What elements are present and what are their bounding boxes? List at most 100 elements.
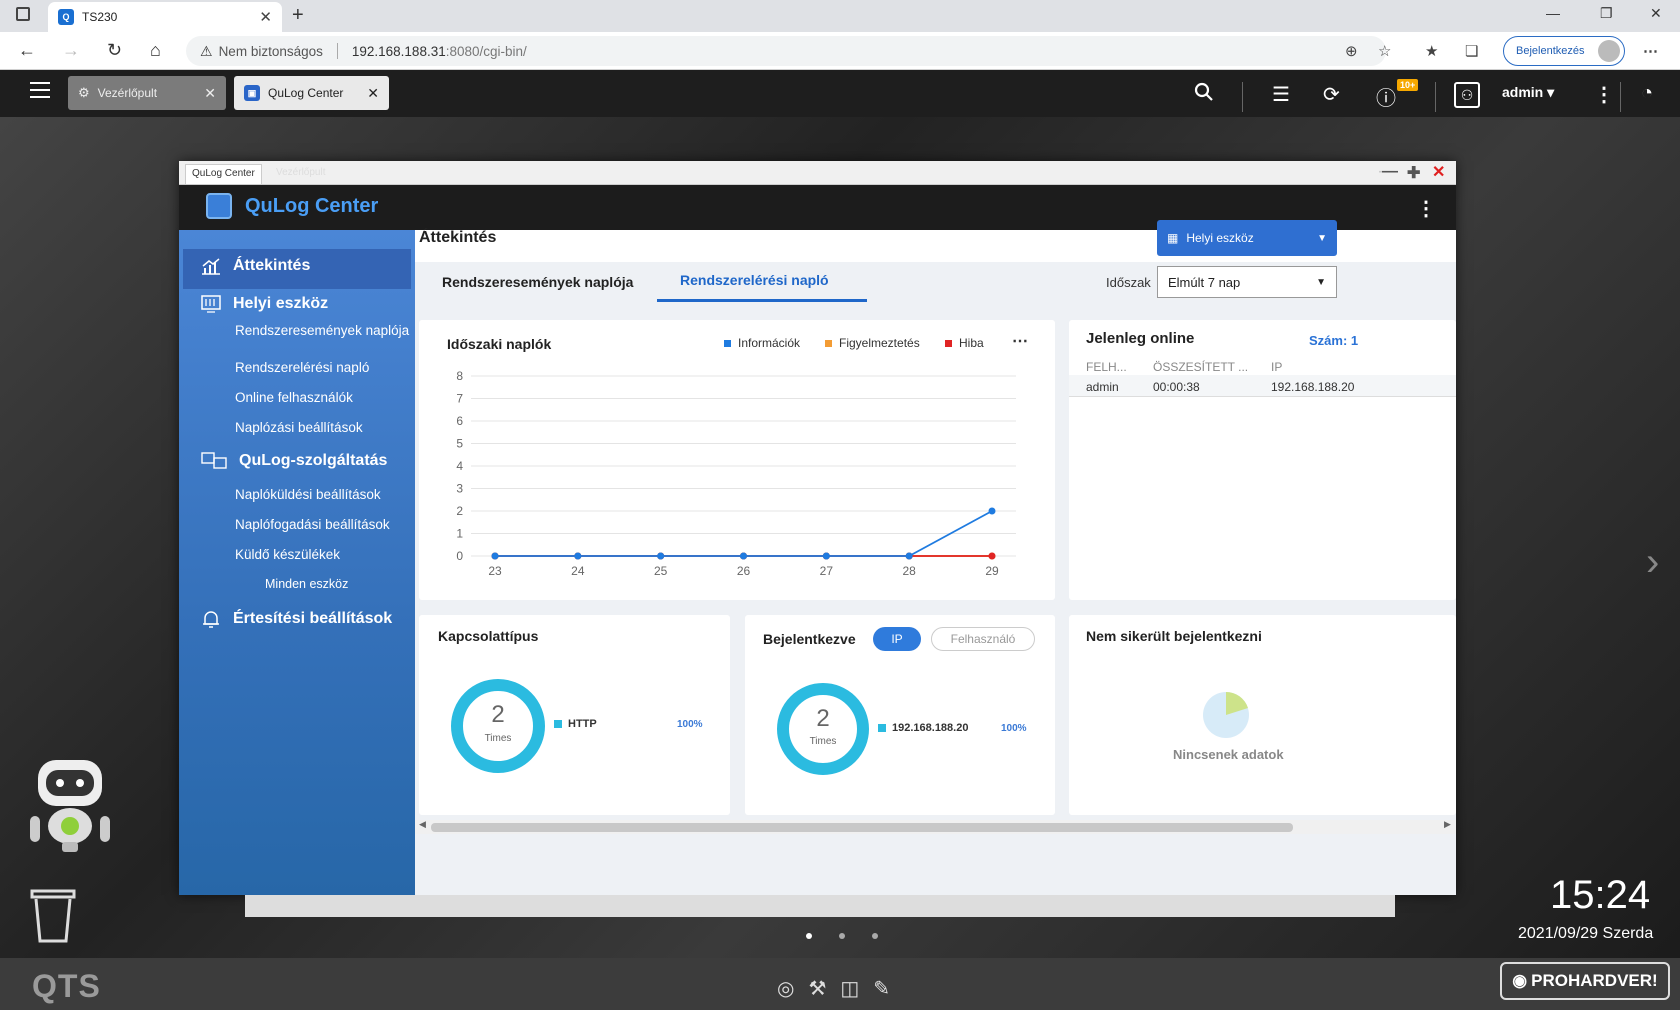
app-more-icon[interactable]: ⋮ <box>1416 196 1436 221</box>
sidebar-item-log-settings[interactable]: Naplózási beállítások <box>179 420 415 436</box>
sidebar-item-sys-events[interactable]: Rendszeresemények naplója <box>179 323 415 339</box>
tab-actions-icon[interactable] <box>16 7 30 21</box>
reload-icon[interactable]: ↻ <box>107 40 122 61</box>
connection-legend: HTTP <box>554 718 597 730</box>
qnap-favicon-icon: Q <box>58 9 74 25</box>
data-point <box>657 552 665 560</box>
underlying-window <box>245 895 1395 917</box>
zoom-icon[interactable]: ⊕ <box>1345 42 1358 60</box>
qts-tab-qulog[interactable]: ▣ QuLog Center ✕ <box>234 76 389 110</box>
data-point <box>574 552 582 560</box>
device-dropdown[interactable]: ▦ Helyi eszköz ▼ <box>1157 220 1337 256</box>
helpdesk-robot-icon[interactable] <box>28 758 112 854</box>
legend-info[interactable]: Információk <box>724 336 800 350</box>
search-icon[interactable] <box>1194 82 1214 102</box>
notifications-icon[interactable]: ⓘ <box>1376 82 1396 111</box>
x-tick-label: 25 <box>654 564 668 578</box>
connection-pct: 100% <box>677 719 703 730</box>
url-field[interactable]: ⚠ Nem biztonságos 192.168.188.31:8080/cg… <box>186 36 1386 66</box>
data-point <box>822 552 830 560</box>
chart-more-icon[interactable]: ⋯ <box>1012 331 1028 351</box>
logged-in-unit: Times <box>809 736 837 747</box>
chart-icon <box>201 257 221 275</box>
qts-tab-control-panel[interactable]: ⚙ Vezérlőpult ✕ <box>68 76 226 110</box>
home-icon[interactable]: ⌂ <box>150 40 161 61</box>
scroll-left-icon[interactable]: ◀ <box>419 819 426 830</box>
scroll-right-icon[interactable]: ▶ <box>1444 819 1451 830</box>
favorites-icon[interactable]: ★ <box>1425 42 1438 60</box>
sidebar-item-qulog-service[interactable]: QuLog-szolgáltatás <box>179 452 415 470</box>
window-maximize-icon[interactable]: ✚ <box>1407 163 1420 183</box>
minimize-icon[interactable]: — <box>1546 5 1560 21</box>
dock-icons[interactable]: ◎⚒◫✎ <box>777 976 904 1001</box>
sidebar-item-sender-devices[interactable]: Küldő készülékek <box>179 547 415 563</box>
window-tab[interactable]: QuLog Center <box>185 164 262 184</box>
pill-user[interactable]: Felhasználó <box>931 627 1035 651</box>
browser-menu-icon[interactable]: ⋯ <box>1643 42 1658 60</box>
qulog-logo-icon <box>206 193 232 219</box>
back-icon[interactable]: ← <box>18 40 36 61</box>
online-count: Szám: 1 <box>1309 333 1359 348</box>
y-tick-label: 5 <box>456 437 463 451</box>
browser-login-button[interactable]: Bejelentkezés <box>1503 36 1625 66</box>
restore-icon[interactable]: ❐ <box>1600 5 1613 22</box>
logged-in-count: 2 <box>816 705 830 732</box>
y-tick-label: 7 <box>456 392 463 406</box>
period-select[interactable]: Elmúlt 7 nap ▼ <box>1157 266 1337 298</box>
url-host: 192.168.188.31 <box>351 43 446 59</box>
window-minimize-icon[interactable]: — <box>1382 163 1398 181</box>
new-tab-icon[interactable]: + <box>292 4 304 27</box>
online-col-ip[interactable]: IP <box>1271 360 1282 374</box>
page-dot[interactable] <box>872 933 878 939</box>
collections-icon[interactable]: ❏ <box>1465 42 1478 60</box>
sidebar-item-local-device[interactable]: Helyi eszköz <box>179 295 415 313</box>
close-window-icon[interactable]: ✕ <box>1650 5 1662 22</box>
page-dot[interactable] <box>839 933 845 939</box>
device-icon: ▦ <box>1167 231 1179 245</box>
sidebar-item-sys-access[interactable]: Rendszerelérési napló <box>179 360 415 376</box>
sidebar-item-online-users[interactable]: Online felhasználók <box>179 390 415 406</box>
forward-icon[interactable]: → <box>62 40 80 61</box>
online-col-user[interactable]: FELH... <box>1086 360 1127 374</box>
user-menu[interactable]: admin ▾ <box>1502 84 1554 101</box>
next-page-icon[interactable]: › <box>1646 540 1659 585</box>
sidebar-item-log-receive[interactable]: Naplófogadási beállítások <box>179 517 415 533</box>
legend-swatch <box>878 724 886 732</box>
close-tab-icon[interactable]: ✕ <box>259 8 272 26</box>
sidebar-item-log-send[interactable]: Naplóküldési beállítások <box>179 487 415 503</box>
window-close-icon[interactable]: ✕ <box>1432 162 1445 182</box>
hamburger-menu-icon[interactable] <box>30 82 50 98</box>
legend-error[interactable]: Hiba <box>945 336 984 350</box>
sidebar-item-all-devices[interactable]: Minden eszköz <box>179 577 415 591</box>
period-label: Időszak <box>1106 275 1151 290</box>
more-options-icon[interactable]: ⋮ <box>1594 82 1614 107</box>
legend-warning[interactable]: Figyelmeztetés <box>825 336 920 350</box>
failed-login-title: Nem sikerült bejelentkezni <box>1086 628 1262 644</box>
tab-sys-access[interactable]: Rendszerelérési napló <box>680 272 829 288</box>
browser-tab[interactable]: Q TS230 ✕ <box>48 2 282 32</box>
y-tick-label: 6 <box>456 414 463 428</box>
sidebar-item-overview[interactable]: Áttekintés <box>179 257 415 275</box>
dashboard-icon[interactable]: ◔ <box>1641 82 1653 105</box>
y-tick-label: 0 <box>456 549 463 563</box>
x-tick-label: 28 <box>902 564 916 578</box>
external-devices-icon[interactable]: ⟳ <box>1323 82 1340 107</box>
online-col-total[interactable]: ÖSSZESÍTETT ... <box>1153 360 1248 374</box>
scrollbar-thumb[interactable] <box>431 823 1293 832</box>
periodic-logs-title: Időszaki naplók <box>447 336 552 352</box>
close-icon[interactable]: ✕ <box>204 85 216 102</box>
y-tick-label: 8 <box>456 369 463 383</box>
pill-ip[interactable]: IP <box>873 627 921 651</box>
page-dot-active[interactable] <box>806 933 812 939</box>
window-ghost-tab[interactable]: Vezérlőpult <box>276 167 325 178</box>
qts-tab-label: QuLog Center <box>268 86 344 100</box>
close-icon[interactable]: ✕ <box>367 85 379 102</box>
background-tasks-icon[interactable]: ☰ <box>1272 82 1290 107</box>
tab-sys-events[interactable]: Rendszeresemények naplója <box>442 274 633 290</box>
trash-icon[interactable] <box>30 885 76 945</box>
sidebar-item-notifications[interactable]: Értesítési beállítások <box>179 609 415 629</box>
add-favorite-icon[interactable]: ☆ <box>1378 42 1391 60</box>
table-row[interactable] <box>1069 375 1456 397</box>
sidebar-label: Értesítési beállítások <box>233 610 393 627</box>
user-icon[interactable]: ⚇ <box>1454 82 1480 108</box>
